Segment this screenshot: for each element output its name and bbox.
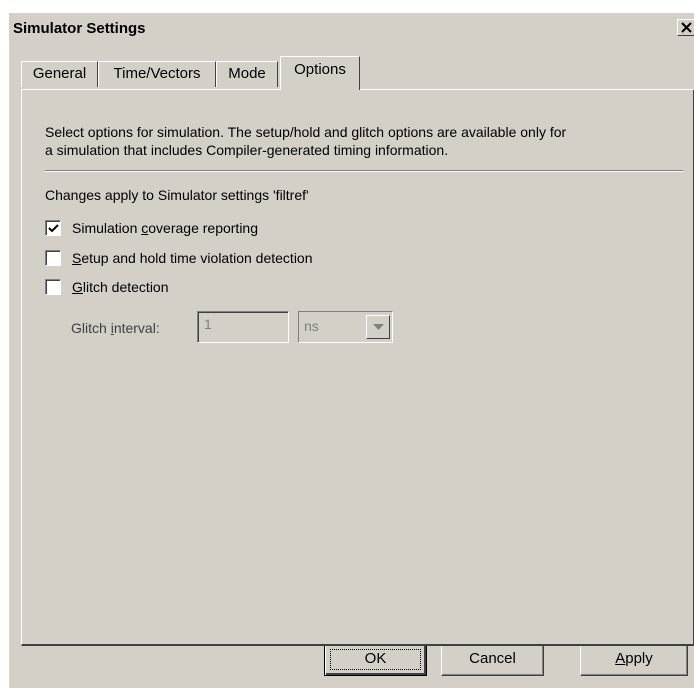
ok-button-label: OK (364, 650, 387, 667)
cancel-button[interactable]: Cancel (441, 643, 544, 676)
close-button[interactable] (677, 19, 694, 36)
glitch-interval-label: Glitch interval: (71, 320, 160, 336)
description-line-1: Select options for simulation. The setup… (45, 124, 567, 140)
cancel-button-label: Cancel (469, 650, 516, 667)
apply-button-label: Apply (615, 650, 653, 667)
tab-time-vectors[interactable]: Time/Vectors (98, 61, 216, 87)
tab-mode-label: Mode (228, 65, 266, 82)
window-title: Simulator Settings (13, 20, 146, 37)
apply-button[interactable]: Apply (580, 643, 688, 676)
tab-time-vectors-label: Time/Vectors (113, 65, 201, 82)
close-icon (681, 22, 692, 33)
setup-hold-checkbox-box[interactable] (45, 250, 61, 266)
tab-options[interactable]: Options (280, 56, 360, 90)
options-description: Select options for simulation. The setup… (45, 123, 685, 159)
tab-general-label: General (32, 65, 87, 82)
options-panel: Select options for simulation. The setup… (21, 89, 694, 646)
glitch-unit-value: ns (304, 318, 319, 334)
ok-button[interactable]: OK (324, 643, 427, 676)
checkmark-icon (48, 224, 59, 233)
glitch-interval-input: 1 (197, 311, 289, 343)
tab-mode[interactable]: Mode (216, 61, 278, 87)
simulator-settings-dialog: Simulator Settings General Time/Vectors … (8, 12, 694, 688)
tab-general[interactable]: General (21, 61, 98, 87)
unit-dropdown-button (366, 315, 390, 339)
glitch-label: Glitch detection (72, 279, 169, 295)
separator (45, 170, 683, 172)
tab-options-label: Options (294, 61, 346, 78)
coverage-checkbox-box[interactable] (45, 220, 61, 236)
description-line-2: a simulation that includes Compiler-gene… (45, 142, 449, 158)
coverage-label: Simulation coverage reporting (72, 220, 259, 236)
changes-apply-text: Changes apply to Simulator settings 'fil… (45, 187, 309, 203)
setup-hold-label: Setup and hold time violation detection (72, 250, 313, 266)
title-bar: Simulator Settings (9, 13, 694, 41)
chevron-down-icon (373, 324, 384, 330)
glitch-checkbox-box[interactable] (45, 279, 61, 295)
glitch-unit-select: ns (298, 311, 393, 343)
